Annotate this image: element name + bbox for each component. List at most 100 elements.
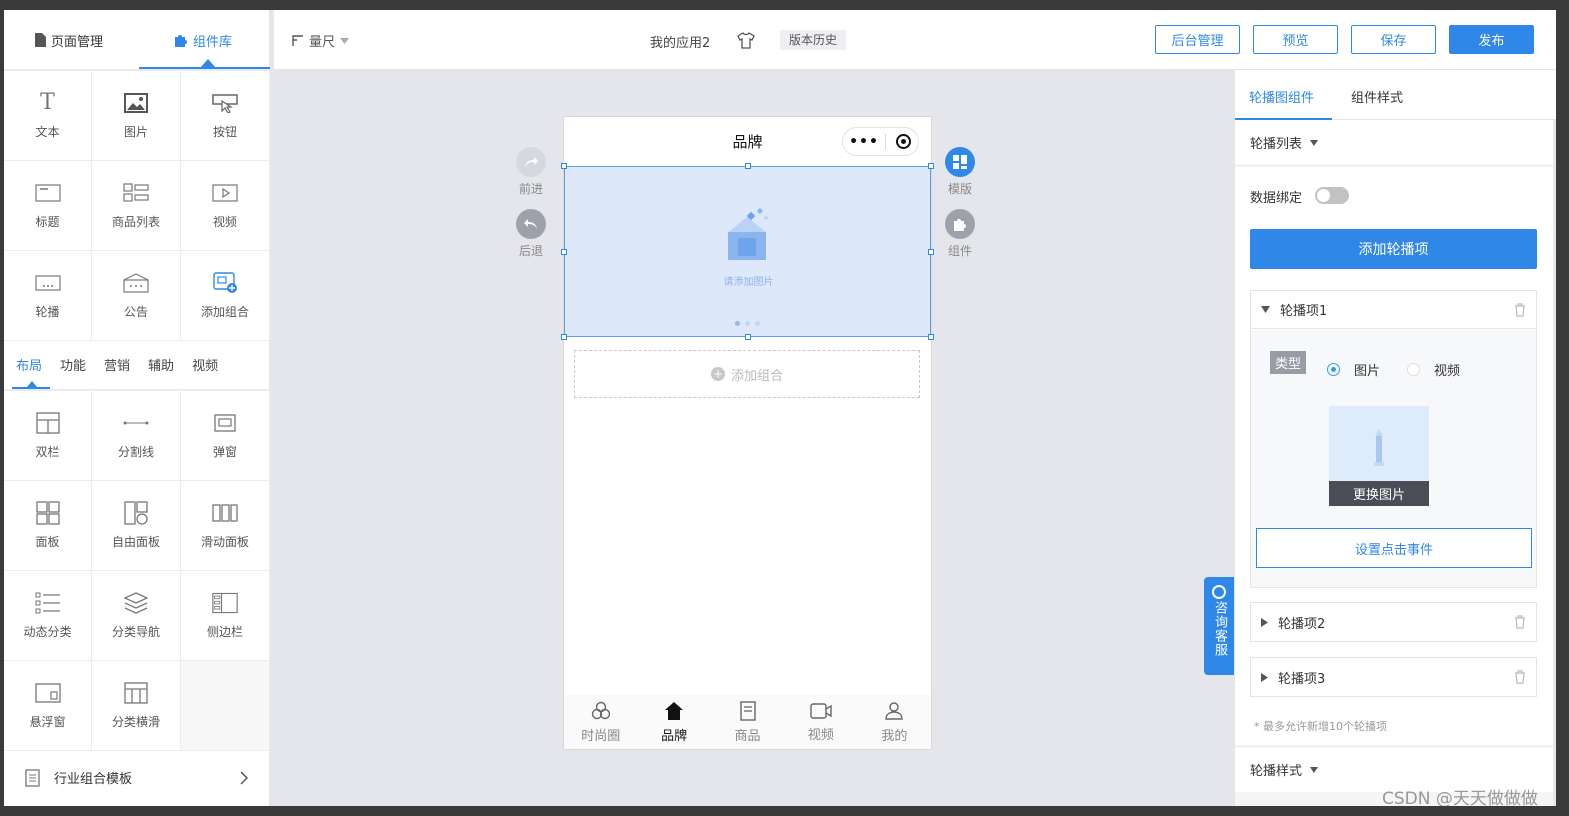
tabbar-item-fashion[interactable]: 时尚圈 <box>564 695 637 749</box>
tabbar-label: 商品 <box>734 728 761 744</box>
component-title[interactable]: 标题 <box>4 161 92 251</box>
category-marketing[interactable]: 营销 <box>104 355 130 374</box>
component-notice[interactable]: 公告 <box>92 251 181 341</box>
industry-template-row[interactable]: 行业组合模板 <box>4 750 270 804</box>
add-carousel-item-button[interactable]: 添加轮播项 <box>1250 229 1537 269</box>
resize-handle[interactable] <box>745 163 751 169</box>
component-popup[interactable]: 弹窗 <box>181 391 270 481</box>
tab-page-management[interactable]: 页面管理 <box>34 10 103 70</box>
carousel-list-header[interactable]: 轮播列表 <box>1235 120 1556 166</box>
radio-unchecked-icon <box>1407 363 1420 376</box>
component-dynamic-category[interactable]: 动态分类 <box>4 571 92 661</box>
carousel-icon <box>34 272 61 294</box>
category-layout[interactable]: 布局 <box>16 355 42 374</box>
carousel-item-2-header[interactable]: 轮播项2 <box>1250 602 1537 642</box>
component-sidebar[interactable]: 侧边栏 <box>181 571 270 661</box>
component-panel[interactable]: 面板 <box>4 481 92 571</box>
component-divider[interactable]: 分割线 <box>92 391 181 481</box>
chevron-right-icon <box>240 770 248 785</box>
ruler-dropdown[interactable]: 量尺 <box>292 31 350 50</box>
ruler-icon <box>292 34 303 46</box>
carousel-item-3-header[interactable]: 轮播项3 <box>1250 657 1537 697</box>
component-product-list[interactable]: 商品列表 <box>92 161 181 251</box>
carousel-component[interactable]: 请添加图片 <box>561 163 934 340</box>
tab-component-style[interactable]: 组件样式 <box>1351 87 1403 106</box>
resize-handle[interactable] <box>928 249 934 255</box>
component-carousel[interactable]: 轮播 <box>4 251 92 341</box>
video-icon <box>212 182 238 204</box>
data-binding-toggle[interactable] <box>1315 187 1349 204</box>
back-button[interactable]: 后退 <box>516 209 546 259</box>
component-label: 组件 <box>947 244 972 258</box>
version-history-badge[interactable]: 版本历史 <box>780 30 847 50</box>
resize-handle[interactable] <box>745 334 751 340</box>
template-button[interactable]: 模版 <box>945 147 975 197</box>
tabbar-item-products[interactable]: 商品 <box>711 695 784 749</box>
component-category-nav[interactable]: 分类导航 <box>92 571 181 661</box>
radio-video-label: 视频 <box>1434 364 1461 379</box>
tabbar-item-brand[interactable]: 品牌 <box>637 695 710 749</box>
resize-handle[interactable] <box>928 163 934 169</box>
radio-image[interactable]: 图片 <box>1327 360 1380 379</box>
carousel-style-title: 轮播样式 <box>1250 764 1303 779</box>
resize-handle[interactable] <box>928 334 934 340</box>
component-button[interactable]: 按钮 <box>181 71 270 161</box>
publish-button[interactable]: 发布 <box>1449 25 1534 54</box>
component-text[interactable]: T 文本 <box>4 71 92 161</box>
category-function[interactable]: 功能 <box>60 355 86 374</box>
trash-icon[interactable] <box>1514 302 1526 317</box>
component-two-column[interactable]: 双栏 <box>4 391 92 481</box>
radio-video[interactable]: 视频 <box>1407 360 1460 379</box>
caret-down-icon <box>1261 306 1270 313</box>
notice-icon <box>123 272 149 294</box>
close-target-icon <box>896 134 911 149</box>
component-label: 悬浮窗 <box>29 714 66 729</box>
trash-icon[interactable] <box>1514 670 1526 684</box>
scrollbar-track[interactable] <box>1553 120 1556 806</box>
carousel-list-body: 数据绑定 添加轮播项 轮播项1 类型 图片 视频 更换图片 设置点击事件 轮播项… <box>1235 167 1556 745</box>
type-label: 类型 <box>1270 351 1307 374</box>
admin-button[interactable]: 后台管理 <box>1155 25 1240 54</box>
save-button[interactable]: 保存 <box>1351 25 1436 54</box>
trash-icon[interactable] <box>1514 615 1526 629</box>
component-category-scroll[interactable]: 分类横滑 <box>92 661 181 751</box>
component-float-window[interactable]: 悬浮窗 <box>4 661 92 751</box>
component-label: 按钮 <box>212 124 237 139</box>
document-icon <box>739 700 756 721</box>
component-label: 文本 <box>35 124 60 139</box>
tshirt-icon[interactable] <box>737 32 755 49</box>
set-click-event-button[interactable]: 设置点击事件 <box>1256 528 1532 568</box>
top-toolbar: 量尺 我的应用2 版本历史 后台管理 预览 保存 发布 <box>274 10 1556 70</box>
component-video[interactable]: 视频 <box>181 161 270 251</box>
resize-handle[interactable] <box>561 249 567 255</box>
resize-handle[interactable] <box>561 163 567 169</box>
popup-icon <box>212 412 238 434</box>
empty-image-icon <box>727 208 768 260</box>
preview-button[interactable]: 预览 <box>1253 25 1338 54</box>
carousel-item-1-header[interactable]: 轮播项1 <box>1251 291 1536 329</box>
tabbar-item-mine[interactable]: 我的 <box>858 695 931 749</box>
category-scroll-icon <box>123 681 149 704</box>
phone-header: 品牌 ••• <box>564 117 931 165</box>
component-image[interactable]: 图片 <box>92 71 181 161</box>
category-video[interactable]: 视频 <box>192 355 218 374</box>
component-add-combo[interactable]: 添加组合 <box>181 251 270 341</box>
consult-service-button[interactable]: 咨询客服 <box>1204 577 1234 675</box>
component-button[interactable]: 组件 <box>945 209 975 259</box>
component-label: 分割线 <box>117 444 154 459</box>
capsule-menu[interactable]: ••• <box>842 127 919 156</box>
change-image-button[interactable]: 更换图片 <box>1329 481 1429 506</box>
tabbar-item-video[interactable]: 视频 <box>784 695 857 749</box>
resize-handle[interactable] <box>561 334 567 340</box>
component-label: 视频 <box>212 214 237 229</box>
category-auxiliary[interactable]: 辅助 <box>148 355 174 374</box>
add-combo-placeholder[interactable]: + 添加组合 <box>574 350 920 398</box>
headset-icon <box>1212 585 1226 599</box>
tab-label: 页面管理 <box>51 34 104 50</box>
tab-carousel-component[interactable]: 轮播图组件 <box>1249 87 1314 106</box>
component-label: 轮播 <box>35 304 60 319</box>
component-slide-panel[interactable]: 滑动面板 <box>181 481 270 571</box>
forward-button[interactable]: 前进 <box>516 147 546 197</box>
component-free-panel[interactable]: 自由面板 <box>92 481 181 571</box>
max-items-note: * 最多允许新增10个轮播项 <box>1254 720 1387 733</box>
